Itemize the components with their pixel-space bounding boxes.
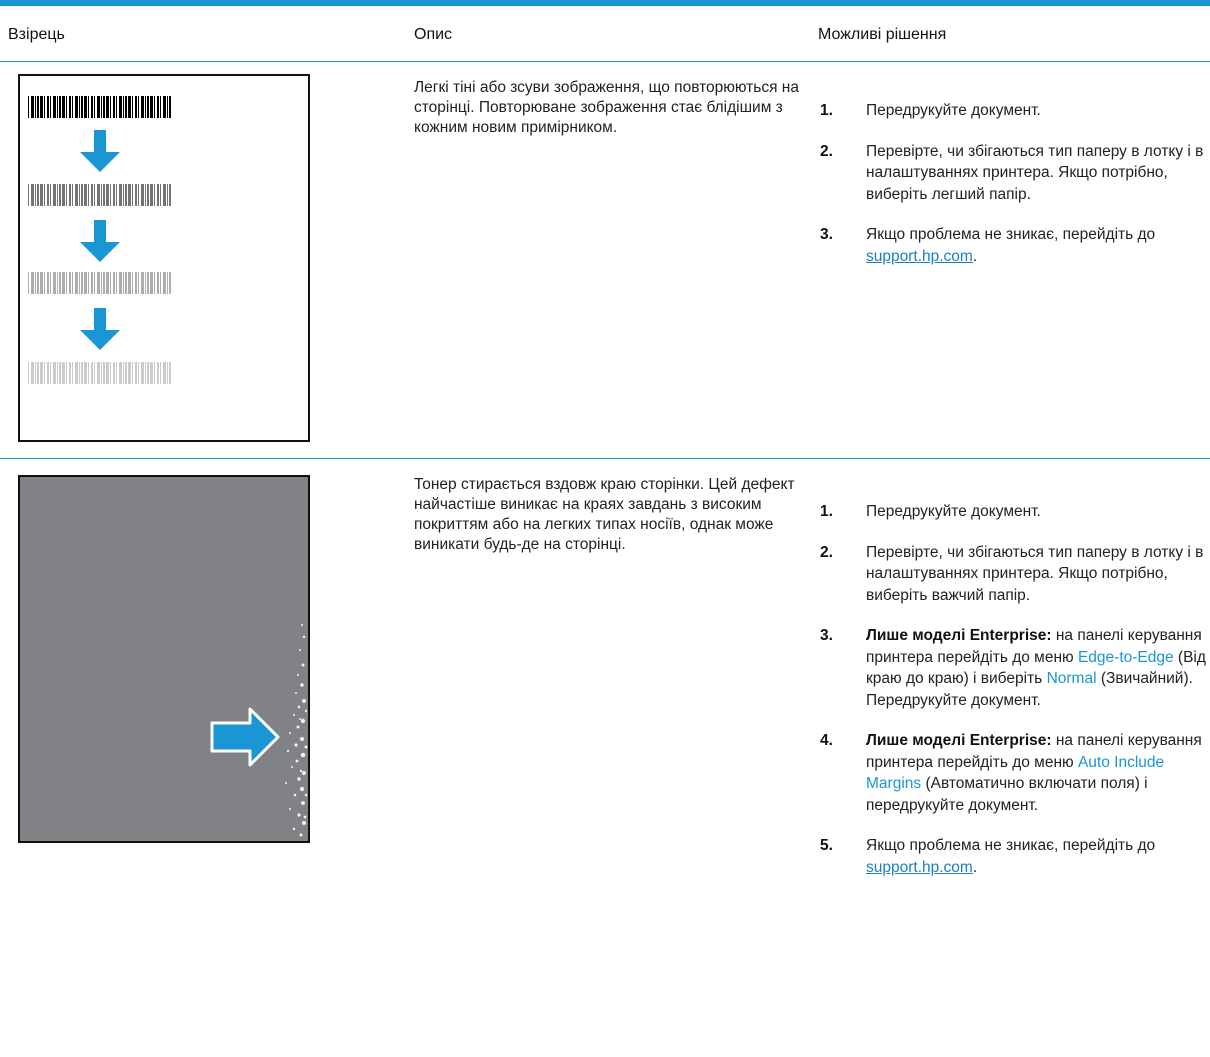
description-row-2: Тонер стирається вздовж краю сторінки. Ц…: [414, 476, 795, 553]
header-description: Опис: [414, 26, 453, 43]
ghosting-sample-illustration: [18, 74, 310, 442]
list-item: 2. Перевірте, чи збігаються тип паперу в …: [820, 142, 1204, 203]
sample-image-toner-smear-edge: [18, 475, 310, 843]
list-item: 3. Лише моделі Enterprise: на панелі керу…: [820, 627, 1206, 709]
table-header: Взірець Опис Можливі рішення: [0, 6, 1210, 62]
list-item: 1. Передрукуйте документ.: [820, 503, 1041, 520]
table-row: Тонер стирається вздовж краю сторінки. Ц…: [0, 459, 1210, 1057]
header-sample: Взірець: [8, 26, 65, 43]
list-item: 5. Якщо проблема не зникає, перейдіть до …: [820, 837, 1156, 876]
list-item: 3. Якщо проблема не зникає, перейдіть до …: [820, 226, 1156, 265]
table-row: Легкі тіні або зсуви зображення, що повт…: [0, 62, 1210, 459]
support-link[interactable]: support.hp.com: [866, 859, 973, 876]
description-row-1: Легкі тіні або зсуви зображення, що повт…: [414, 79, 799, 136]
sample-image-repetitive-ghosting: [18, 74, 310, 442]
menu-edge-to-edge: Edge-to-Edge: [1077, 648, 1174, 666]
list-item: 1. Передрукуйте документ.: [820, 102, 1041, 119]
solutions-list-row-2: 1. Передрукуйте документ. 2. Перевірте, чи…: [818, 501, 1210, 897]
edge-toner-sample-illustration: [18, 475, 310, 843]
support-link[interactable]: support.hp.com: [866, 248, 973, 265]
list-item: 2. Перевірте, чи збігаються тип паперу в …: [820, 543, 1204, 604]
header-solutions: Можливі рішення: [818, 26, 947, 43]
list-item: 4. Лише моделі Enterprise: на панелі керу…: [820, 732, 1202, 814]
menu-normal: Normal: [1046, 670, 1097, 687]
solutions-list-row-1: 1. Передрукуйте документ. 2. Перевірте, чи…: [818, 100, 1210, 286]
